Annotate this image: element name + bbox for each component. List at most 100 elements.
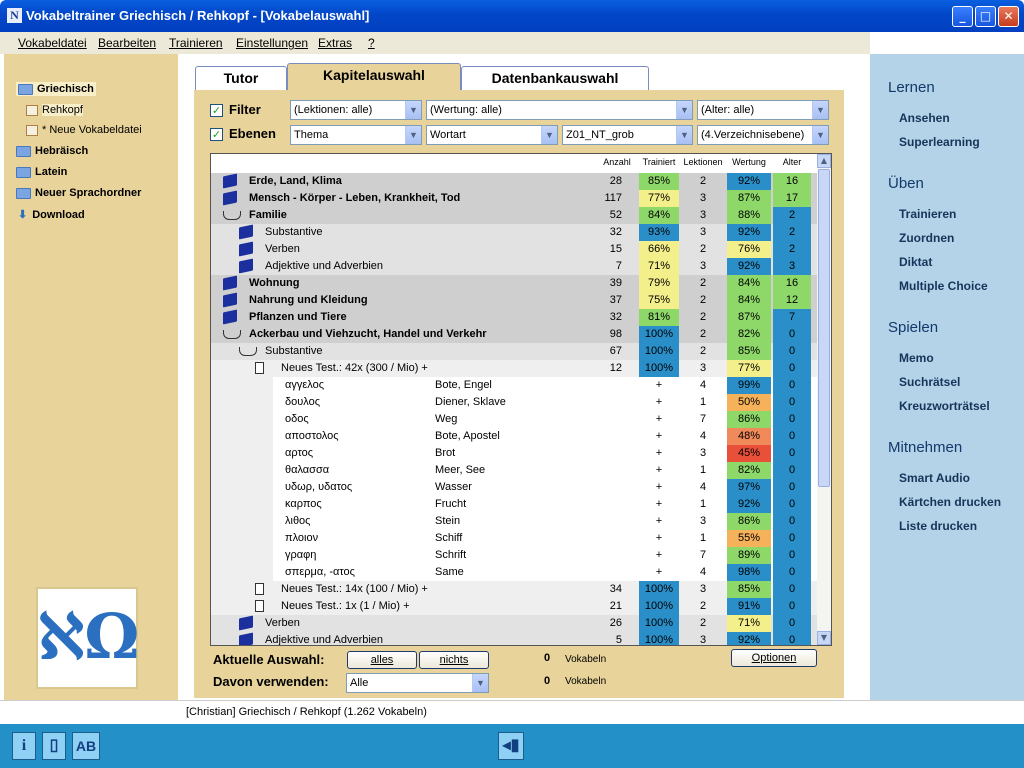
tab-tutor[interactable]: Tutor (195, 66, 287, 90)
optionen-button[interactable]: Optionen (731, 649, 817, 667)
vocab-row[interactable]: θαλασσα Meer, See +1 82% 0 (211, 462, 819, 479)
grid-scrollbar[interactable]: ▲ ▼ (817, 154, 831, 645)
table-row[interactable]: Verben 15 66% 2 76% 2 (211, 241, 819, 258)
row-anzahl: 52 (609, 209, 622, 221)
vocab-row[interactable]: αρτος Brot +3 45% 0 (211, 445, 819, 462)
tree-item-neuer-sprachordner[interactable]: Neuer Sprachordner (16, 187, 141, 199)
ebene-3-select[interactable]: Z01_NT_grob ▼ (562, 125, 693, 145)
table-row[interactable]: Wohnung 39 79% 2 84% 16 (211, 275, 819, 292)
back-arrow-icon[interactable]: ◂▮ (498, 732, 524, 760)
tree-item-griechisch[interactable]: Griechisch (16, 82, 96, 96)
menu-bearbeiten[interactable]: Bearbeiten (98, 36, 156, 50)
menu-vokabeldatei[interactable]: Vokabeldatei (18, 36, 87, 50)
tree-item-hebraeisch[interactable]: Hebräisch (16, 145, 88, 157)
row-indent (211, 428, 273, 445)
action-multiple-choice[interactable]: Multiple Choice (899, 279, 988, 293)
filter-checkbox[interactable]: ✓ (210, 104, 223, 117)
action-kreuzwortraetsel[interactable]: Kreuzworträtsel (899, 399, 990, 413)
table-row[interactable]: Ackerbau und Viehzucht, Handel und Verke… (211, 326, 819, 343)
action-memo[interactable]: Memo (899, 351, 934, 365)
minimize-button[interactable]: _ (952, 6, 973, 27)
row-lektionen: 2 (699, 294, 707, 306)
ebene-1-select[interactable]: Thema ▼ (290, 125, 422, 145)
table-row[interactable]: Neues Test.: 14x (100 / Mio) + 34 100% 3 85%… (211, 581, 819, 598)
scroll-down-icon[interactable]: ▼ (817, 631, 831, 645)
close-button[interactable]: ✕ (998, 6, 1019, 27)
alles-button[interactable]: alles (347, 651, 417, 669)
vocab-row[interactable]: αγγελος Bote, Engel +4 99% 0 (211, 377, 819, 394)
menu-help[interactable]: ? (368, 36, 375, 50)
info-icon[interactable]: i (12, 732, 36, 760)
action-kaertchen-drucken[interactable]: Kärtchen drucken (899, 495, 1001, 509)
col-header-lektionen[interactable]: Lektionen (681, 157, 725, 167)
menu-einstellungen[interactable]: Einstellungen (236, 36, 308, 50)
action-smart-audio[interactable]: Smart Audio (899, 471, 970, 485)
table-row[interactable]: Familie 52 84% 3 88% 2 (211, 207, 819, 224)
vocab-row[interactable]: υδωρ, υδατος Wasser +4 97% 0 (211, 479, 819, 496)
action-zuordnen[interactable]: Zuordnen (899, 231, 954, 245)
davon-verwenden-select[interactable]: Alle ▼ (346, 673, 489, 693)
row-anzahl: 26 (609, 617, 622, 629)
ab-icon[interactable]: AB (72, 732, 100, 760)
vocab-row[interactable]: δουλος Diener, Sklave +1 50% 0 (211, 394, 819, 411)
action-liste-drucken[interactable]: Liste drucken (899, 519, 977, 533)
table-row[interactable]: Verben 26 100% 2 71% 0 (211, 615, 819, 632)
table-row[interactable]: Neues Test.: 42x (300 / Mio) + 12 100% 3 77%… (211, 360, 819, 377)
col-header-alter[interactable]: Alter (773, 157, 811, 167)
tab-kapitelauswahl[interactable]: Kapitelauswahl (287, 63, 461, 91)
ebenen-checkbox[interactable]: ✓ (210, 128, 223, 141)
col-header-wertung[interactable]: Wertung (727, 157, 771, 167)
vocab-greek: οδος (285, 413, 309, 425)
vocab-wertung: 55% (727, 530, 771, 547)
vocab-row[interactable]: αποστολος Bote, Apostel +4 48% 0 (211, 428, 819, 445)
ebene-4-select[interactable]: (4.Verzeichnisebene) ▼ (697, 125, 829, 145)
col-header-trainiert[interactable]: Trainiert (639, 157, 679, 167)
table-row[interactable]: Nahrung und Kleidung 37 75% 2 84% 12 (211, 292, 819, 309)
tree-item-neue-vokabeldatei[interactable]: * Neue Vokabeldatei (26, 124, 142, 136)
maximize-button[interactable]: □ (975, 6, 996, 27)
ebene-2-select[interactable]: Wortart ▼ (426, 125, 558, 145)
chapter-grid[interactable]: Anzahl Trainiert Lektionen Wertung Alter… (210, 153, 832, 646)
nichts-button[interactable]: nichts (419, 651, 489, 669)
open-book-icon (223, 330, 241, 339)
table-row[interactable]: Substantive 32 93% 3 92% 2 (211, 224, 819, 241)
vocab-row[interactable]: πλοιον Schiff +1 55% 0 (211, 530, 819, 547)
vocab-row[interactable]: λιθος Stein +3 86% 0 (211, 513, 819, 530)
col-header-anzahl[interactable]: Anzahl (597, 157, 637, 167)
chevron-down-icon: ▼ (812, 101, 828, 119)
table-row[interactable]: Pflanzen und Tiere 32 81% 2 87% 7 (211, 309, 819, 326)
action-suchraetsel[interactable]: Suchrätsel (899, 375, 960, 389)
row-anzahl: 21 (609, 600, 622, 612)
vocab-row[interactable]: σπερμα, -ατος Same +4 98% 0 (211, 564, 819, 581)
table-row[interactable]: Substantive 67 100% 2 85% 0 (211, 343, 819, 360)
book-panel-icon[interactable]: ▯ (42, 732, 66, 760)
menu-extras[interactable]: Extras (318, 36, 352, 50)
vocab-row[interactable]: οδος Weg +7 86% 0 (211, 411, 819, 428)
table-row[interactable]: Neues Test.: 1x (1 / Mio) + 21 100% 2 91% 0 (211, 598, 819, 615)
action-ansehen[interactable]: Ansehen (899, 111, 950, 125)
row-name: Neues Test.: 42x (300 / Mio) + (281, 362, 428, 374)
row-indent (211, 445, 273, 462)
tab-datenbankauswahl[interactable]: Datenbankauswahl (461, 66, 649, 90)
action-trainieren[interactable]: Trainieren (899, 207, 956, 221)
tree-item-rehkopf[interactable]: Rehkopf (26, 104, 83, 116)
filter-lektionen-select[interactable]: (Lektionen: alle) ▼ (290, 100, 422, 120)
tree-item-latein[interactable]: Latein (16, 166, 67, 178)
menu-trainieren[interactable]: Trainieren (169, 36, 223, 50)
table-row[interactable]: Adjektive und Adverbien 5 100% 3 92% 0 (211, 632, 819, 645)
table-row[interactable]: Erde, Land, Klima 28 85% 2 92% 16 (211, 173, 819, 190)
filter-wertung-select[interactable]: (Wertung: alle) ▼ (426, 100, 693, 120)
book-icon (26, 104, 38, 116)
action-diktat[interactable]: Diktat (899, 255, 932, 269)
action-superlearning[interactable]: Superlearning (899, 135, 980, 149)
vocab-lektionen: 1 (699, 396, 707, 408)
scroll-thumb[interactable] (818, 169, 830, 487)
scroll-up-icon[interactable]: ▲ (817, 154, 831, 168)
tree-item-download[interactable]: ⬇ Download (18, 208, 85, 221)
vocab-row[interactable]: γραφη Schrift +7 89% 0 (211, 547, 819, 564)
table-row[interactable]: Mensch - Körper - Leben, Krankheit, Tod 1… (211, 190, 819, 207)
vocab-lektionen: 1 (699, 498, 707, 510)
vocab-row[interactable]: καρπος Frucht +1 92% 0 (211, 496, 819, 513)
table-row[interactable]: Adjektive und Adverbien 7 71% 3 92% 3 (211, 258, 819, 275)
filter-alter-select[interactable]: (Alter: alle) ▼ (697, 100, 829, 120)
